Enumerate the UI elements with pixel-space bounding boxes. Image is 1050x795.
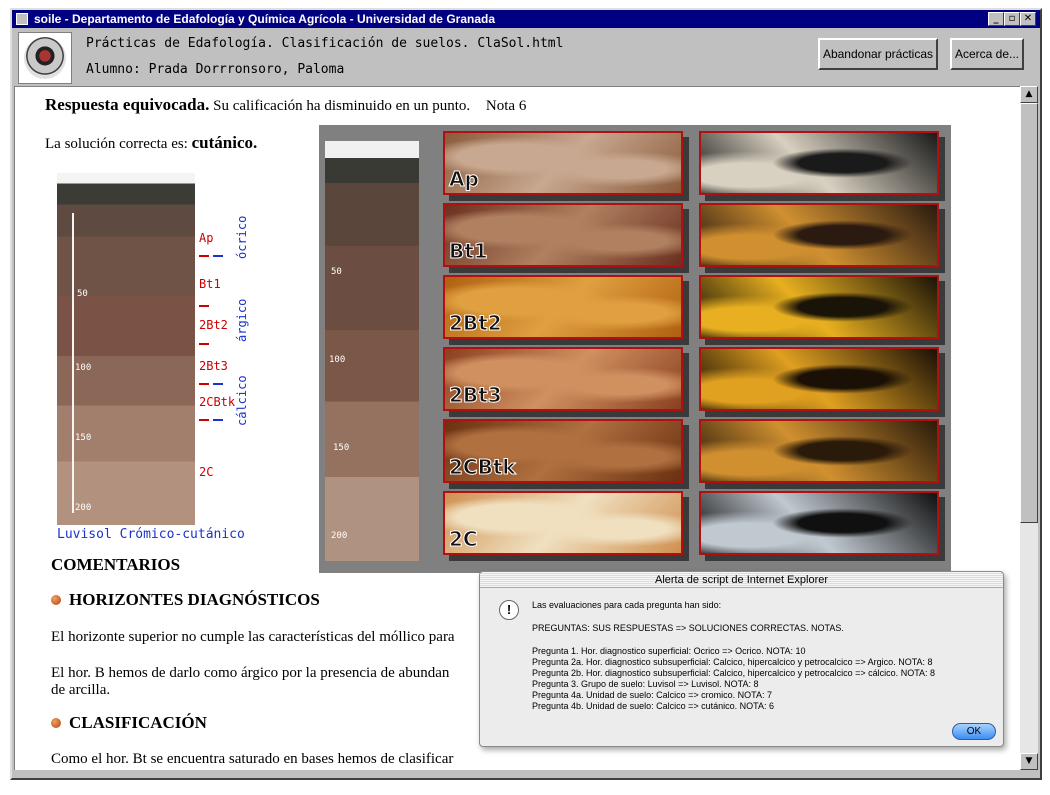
horizon-tile-label: 2CBtk bbox=[449, 455, 517, 480]
section-heading: CLASIFICACIÓN bbox=[51, 713, 207, 733]
dialog-line: Pregunta 4b. Unidad de suelo: Calcico =>… bbox=[532, 701, 774, 711]
dialog-line: Pregunta 3. Grupo de suelo: Luvisol => L… bbox=[532, 679, 759, 689]
boundary-mark bbox=[199, 255, 209, 257]
result-message: Su calificación ha disminuido en un punt… bbox=[213, 98, 471, 114]
practice-title: Prácticas de Edafología. Clasificación d… bbox=[86, 36, 564, 51]
section-title: CLASIFICACIÓN bbox=[69, 713, 207, 732]
boundary-mark bbox=[199, 419, 209, 421]
depth-label: 100 bbox=[75, 363, 92, 373]
xpl-micrograph-tile bbox=[699, 419, 939, 483]
about-button[interactable]: Acerca de... bbox=[950, 38, 1024, 70]
horizon-label: Bt1 bbox=[199, 277, 221, 291]
profile-caption: Luvisol Crómico-cutánico bbox=[57, 527, 245, 542]
ppl-micrograph-tile: Ap bbox=[443, 131, 683, 195]
result-status: Respuesta equivocada. bbox=[45, 95, 210, 114]
xpl-micrograph-tile bbox=[699, 491, 939, 555]
comments-heading: COMENTARIOS bbox=[51, 555, 181, 574]
vertical-scrollbar[interactable]: ▲ ▼ bbox=[1020, 86, 1038, 770]
soil-profile-image: 50 100 150 200 bbox=[57, 173, 195, 525]
section-title: HORIZONTES DIAGNÓSTICOS bbox=[69, 590, 320, 609]
plate-depth-label: 50 bbox=[331, 267, 342, 277]
micrograph-plate: 50 100 150 200 Ap Bt1 2Bt2 2Bt3 2CBtk 2C bbox=[319, 125, 951, 573]
dialog-line: Pregunta 1. Hor. diagnostico superficial… bbox=[532, 646, 806, 656]
dialog-title: Alerta de script de Internet Explorer bbox=[480, 572, 1003, 588]
horizon-label: 2C bbox=[199, 465, 214, 479]
university-logo bbox=[18, 32, 72, 84]
bullet-icon bbox=[51, 718, 61, 728]
dialog-intro: Las evaluaciones para cada pregunta han … bbox=[532, 600, 722, 610]
depth-label: 200 bbox=[75, 503, 92, 513]
depth-label: 50 bbox=[77, 289, 88, 299]
solution-line: La solución correcta es: cutánico. bbox=[45, 133, 257, 153]
horizon-label: 2Bt2 bbox=[199, 318, 228, 332]
horizon-tile-label: 2C bbox=[449, 527, 479, 552]
solution-label: La solución correcta es: bbox=[45, 136, 188, 152]
close-button[interactable]: ✕ bbox=[1020, 12, 1036, 26]
dialog-line: Pregunta 4a. Unidad de suelo: Calcico =>… bbox=[532, 690, 772, 700]
ok-button[interactable]: OK bbox=[952, 723, 996, 740]
plate-depth-label: 150 bbox=[333, 443, 350, 453]
xpl-micrograph-tile bbox=[699, 203, 939, 267]
ppl-micrograph-tile: 2CBtk bbox=[443, 419, 683, 483]
window-title: soile - Departamento de Edafología y Quí… bbox=[34, 12, 496, 26]
diagnostic-label: árgico bbox=[235, 298, 249, 342]
horizon-tile-label: Bt1 bbox=[449, 239, 489, 264]
xpl-micrograph-tile bbox=[699, 131, 939, 195]
measuring-tape bbox=[72, 213, 74, 513]
app-icon bbox=[16, 13, 28, 25]
scroll-up-arrow-icon[interactable]: ▲ bbox=[1020, 86, 1038, 103]
comment-paragraph: Como el hor. Bt se encuentra saturado en… bbox=[51, 751, 454, 767]
boundary-mark bbox=[199, 383, 209, 385]
header-frame: Prácticas de Edafología. Clasificación d… bbox=[12, 28, 1040, 86]
scroll-down-arrow-icon[interactable]: ▼ bbox=[1020, 753, 1038, 770]
diagnostic-label: ócrico bbox=[235, 215, 249, 259]
comment-paragraph: de arcilla. bbox=[51, 682, 111, 698]
xpl-micrograph-tile bbox=[699, 347, 939, 411]
comment-paragraph: El hor. B hemos de darlo como árgico por… bbox=[51, 665, 450, 681]
plate-depth-label: 100 bbox=[329, 355, 346, 365]
horizon-tile-label: 2Bt3 bbox=[449, 383, 503, 408]
plate-profile-image: 50 100 150 200 bbox=[325, 141, 419, 561]
dialog-header: PREGUNTAS: SUS RESPUESTAS => SOLUCIONES … bbox=[532, 623, 844, 633]
horizon-label: 2Bt3 bbox=[199, 359, 228, 373]
abandon-button[interactable]: Abandonar prácticas bbox=[818, 38, 938, 70]
ppl-micrograph-tile: 2Bt3 bbox=[443, 347, 683, 411]
minimize-button[interactable]: _ bbox=[988, 12, 1004, 26]
diagnostic-mark bbox=[213, 419, 223, 421]
section-heading: HORIZONTES DIAGNÓSTICOS bbox=[51, 590, 320, 610]
ppl-micrograph-tile: 2C bbox=[443, 491, 683, 555]
grade-text: Nota 6 bbox=[485, 98, 527, 114]
horizon-label: Ap bbox=[199, 231, 214, 245]
diagnostic-label: cálcico bbox=[235, 375, 249, 426]
solution-value: cutánico. bbox=[191, 133, 258, 152]
student-name: Alumno: Prada Dorrronsoro, Paloma bbox=[86, 62, 345, 77]
diagnostic-mark bbox=[213, 383, 223, 385]
xpl-micrograph-tile bbox=[699, 275, 939, 339]
alert-icon: ! bbox=[499, 600, 519, 620]
comment-paragraph: El horizonte superior no cumple las cara… bbox=[51, 629, 455, 645]
ppl-micrograph-tile: Bt1 bbox=[443, 203, 683, 267]
horizon-tile-label: Ap bbox=[449, 167, 480, 192]
horizon-tile-label: 2Bt2 bbox=[449, 311, 503, 336]
scroll-thumb[interactable] bbox=[1020, 103, 1038, 523]
dialog-line: Pregunta 2a. Hor. diagnostico subsuperfi… bbox=[532, 657, 933, 667]
depth-label: 150 bbox=[75, 433, 92, 443]
horizon-label: 2CBtk bbox=[199, 395, 236, 409]
result-line: Respuesta equivocada. Su calificación ha… bbox=[45, 95, 526, 115]
header-info: Prácticas de Edafología. Clasificación d… bbox=[76, 28, 809, 86]
title-bar: soile - Departamento de Edafología y Quí… bbox=[12, 10, 1040, 28]
boundary-mark bbox=[199, 305, 209, 307]
diagnostic-mark bbox=[213, 255, 223, 257]
maximize-button[interactable]: ▫ bbox=[1004, 12, 1020, 26]
dialog-line: Pregunta 2b. Hor. diagnostico subsuperfi… bbox=[532, 668, 936, 678]
script-alert-dialog: Alerta de script de Internet Explorer ! … bbox=[479, 571, 1004, 747]
boundary-mark bbox=[199, 343, 209, 345]
ppl-micrograph-tile: 2Bt2 bbox=[443, 275, 683, 339]
bullet-icon bbox=[51, 595, 61, 605]
plate-depth-label: 200 bbox=[331, 531, 348, 541]
